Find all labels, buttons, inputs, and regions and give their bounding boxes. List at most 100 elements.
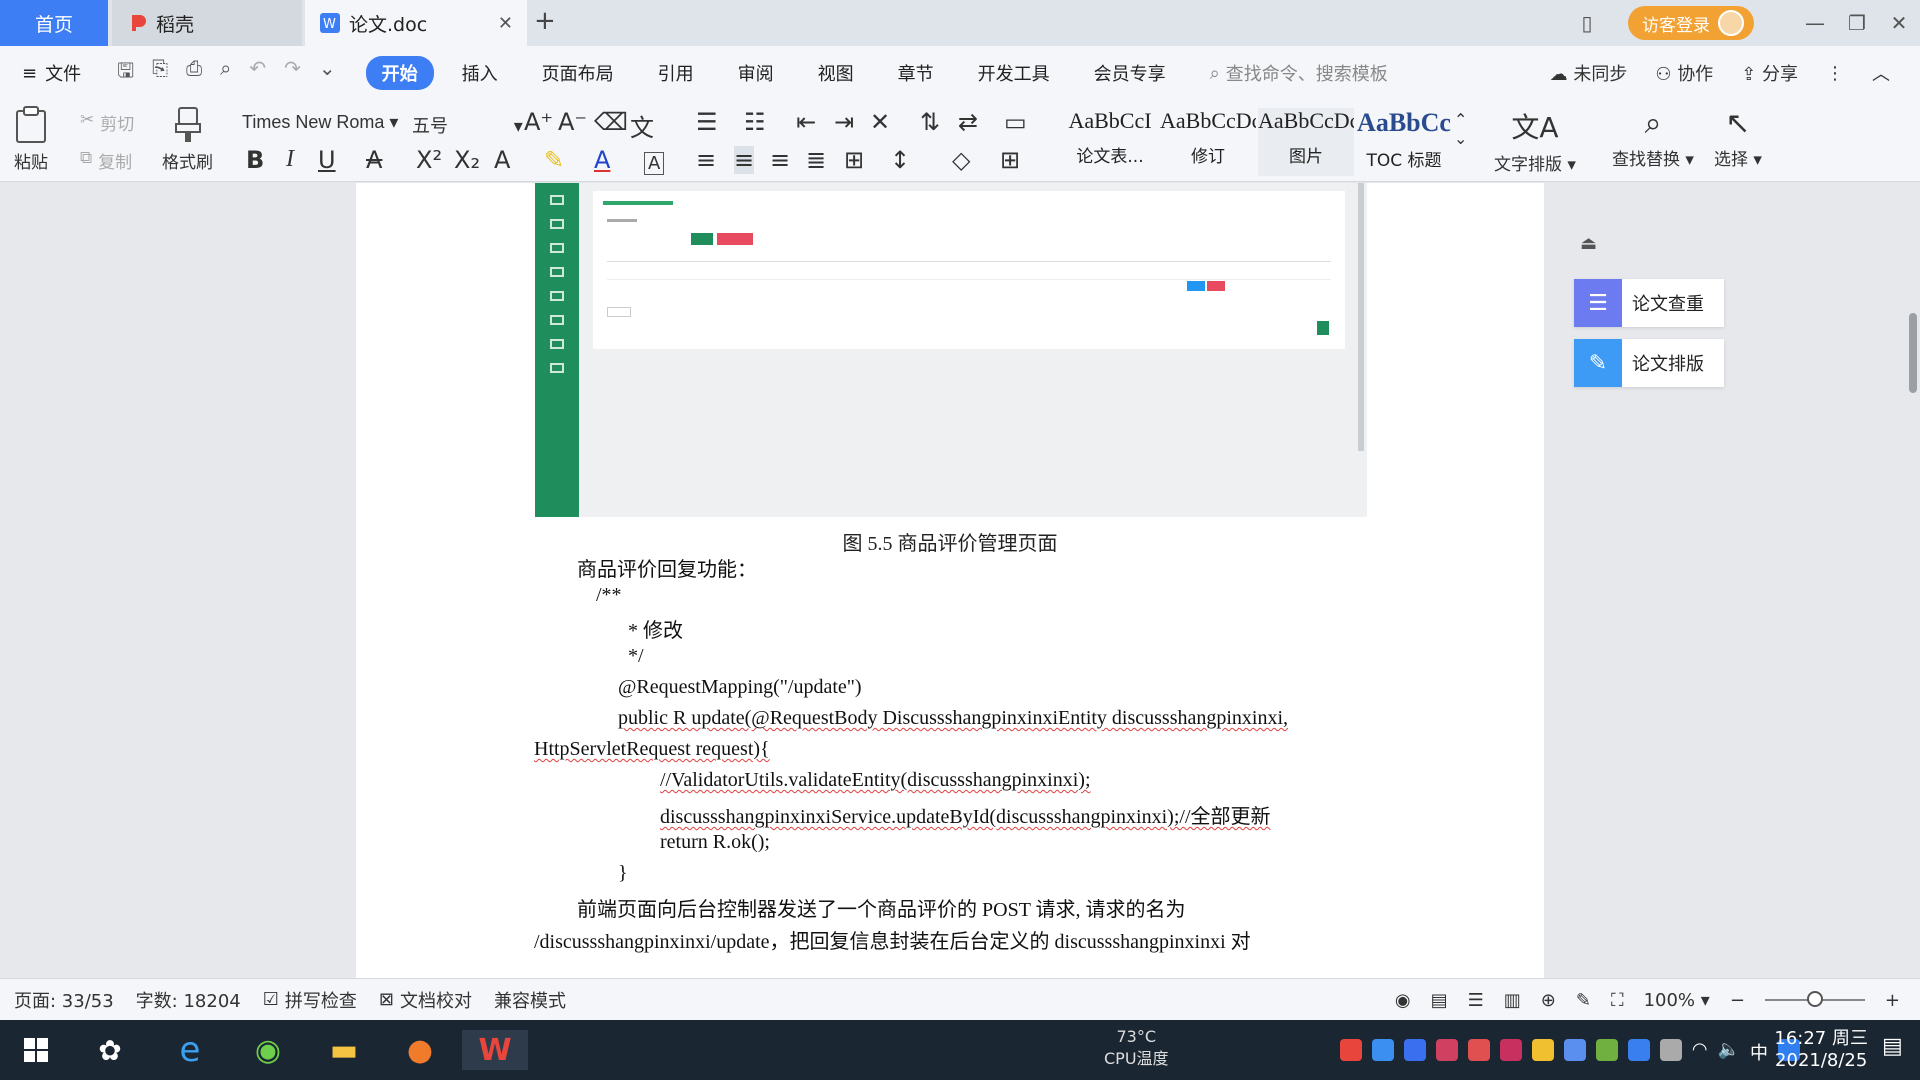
collapse-ribbon-icon[interactable]: ︿ (1872, 60, 1890, 86)
text-effect-icon[interactable]: A (494, 146, 510, 174)
app-icon[interactable]: ✿ (88, 1030, 132, 1070)
text-layout-button[interactable]: 文A 文字排版 ▾ (1494, 106, 1576, 175)
pinyin-icon[interactable]: 文 (630, 108, 654, 143)
superscript-icon[interactable]: X² (416, 146, 442, 174)
numbered-list-icon[interactable]: ☷ (744, 108, 766, 136)
font-size-select[interactable]: 五号 ▾ (412, 112, 523, 138)
minimize-button[interactable]: — (1794, 11, 1836, 35)
shading-icon[interactable]: ◇ (952, 146, 970, 174)
style-image[interactable]: AaBbCcDc 图片 (1258, 108, 1354, 176)
underline-icon[interactable]: U (318, 146, 336, 174)
ruler-icon[interactable]: ▭ (1004, 108, 1027, 136)
clear-format-icon[interactable]: ⌫ (594, 108, 628, 136)
layout-icon[interactable]: ▯ (1566, 11, 1608, 35)
visitor-login-button[interactable]: 访客登录 (1628, 6, 1754, 40)
tab-start[interactable]: 开始 (365, 56, 434, 90)
outline-view-icon[interactable]: ☰ (1468, 990, 1484, 1011)
page-indicator[interactable]: 页面: 33/53 (14, 987, 114, 1013)
tab-home[interactable]: 首页 (0, 0, 108, 46)
bullet-list-icon[interactable]: ☰ (696, 108, 718, 136)
battery-icon[interactable] (1659, 1039, 1682, 1061)
select-button[interactable]: ↖ 选择 ▾ (1714, 106, 1762, 170)
style-revision[interactable]: AaBbCcDc 修订 (1160, 108, 1256, 176)
line-spacing-icon[interactable]: ↕ (890, 146, 910, 174)
file-explorer-icon[interactable]: ▬ (322, 1030, 366, 1070)
justify-icon[interactable]: ≣ (806, 146, 826, 174)
shrink-font-icon[interactable]: A⁻ (558, 108, 587, 136)
thesis-check-button[interactable]: ☰ 论文查重 (1574, 279, 1724, 327)
chinese-layout-icon[interactable]: ✕ (870, 108, 890, 136)
command-search[interactable]: ⌕ 查找命令、搜索模板 (1210, 60, 1388, 86)
print-preview-icon[interactable]: ⌕ (220, 56, 231, 90)
copy-button[interactable]: ⧉ 复制 (80, 148, 132, 173)
tab-daoke[interactable]: 稻壳 (112, 0, 302, 46)
tab-page-layout[interactable]: 页面布局 (526, 56, 630, 90)
thesis-layout-button[interactable]: ✎ 论文排版 (1574, 339, 1724, 387)
tab-review[interactable]: 审阅 (722, 56, 790, 90)
tab-member[interactable]: 会员专享 (1078, 56, 1182, 90)
wps-taskbar-icon[interactable]: W (462, 1030, 528, 1070)
system-clock[interactable]: 16:27 周三 2021/8/25 (1774, 1028, 1868, 1072)
font-color-icon[interactable]: A (594, 146, 610, 174)
grow-font-icon[interactable]: A⁺ (524, 108, 553, 136)
italic-icon[interactable]: I (286, 146, 294, 173)
scroll-thumb[interactable] (1909, 313, 1917, 393)
tray-icon[interactable] (1371, 1039, 1394, 1061)
format-painter-button[interactable]: 格式刷 (162, 106, 213, 173)
sort-icon[interactable]: ⇅ (920, 108, 940, 136)
font-family-select[interactable]: Times New Roma ▾ (242, 112, 398, 133)
tab-insert[interactable]: 插入 (446, 56, 514, 90)
text-direction-icon[interactable]: ⇄ (958, 108, 978, 136)
char-border-icon[interactable]: A (644, 152, 665, 175)
style-thesis-table[interactable]: AaBbCcI 论文表... (1062, 108, 1158, 176)
print-icon[interactable]: ⎙ (186, 56, 202, 90)
windows-start-icon[interactable] (14, 1030, 58, 1070)
browser-360-icon[interactable]: ◉ (246, 1030, 290, 1070)
highlight-icon[interactable]: ✎ (544, 146, 564, 174)
proofread-button[interactable]: ⊠ 文档校对 (379, 987, 472, 1013)
borders-icon[interactable]: ⊞ (1000, 146, 1020, 174)
chevron-down-icon[interactable]: ⌄ (319, 56, 336, 90)
new-tab-button[interactable]: + (534, 6, 556, 36)
volume-icon[interactable]: 🔈 (1718, 1039, 1740, 1061)
align-left-icon[interactable]: ≡ (696, 146, 716, 174)
nvidia-icon[interactable] (1595, 1039, 1618, 1061)
document-page[interactable]: 图 5.5 商品评价管理页面 商品评价回复功能： /** * 修改 */ @Re… (356, 183, 1544, 978)
spell-check-button[interactable]: ☑ 拼写检查 (263, 987, 357, 1013)
word-count[interactable]: 字数: 18204 (136, 987, 241, 1013)
cut-button[interactable]: ✂ 剪切 (80, 110, 134, 135)
eye-protect-icon[interactable]: ◉ (1395, 990, 1411, 1011)
tab-document[interactable]: W 论文.doc ✕ (305, 0, 527, 46)
wifi-icon[interactable]: ◠ (1692, 1039, 1708, 1061)
align-center-icon[interactable]: ≡ (734, 146, 755, 174)
strikethrough-icon[interactable]: A (366, 146, 382, 174)
tab-chapter[interactable]: 章节 (882, 56, 950, 90)
tab-developer[interactable]: 开发工具 (962, 56, 1066, 90)
sync-button[interactable]: ☁ 未同步 (1550, 60, 1628, 86)
close-window-button[interactable]: ✕ (1878, 11, 1920, 35)
undo-icon[interactable]: ↶ (249, 56, 266, 90)
tray-icon[interactable] (1563, 1039, 1586, 1061)
zoom-out-icon[interactable]: − (1730, 990, 1745, 1011)
zoom-in-icon[interactable]: + (1885, 990, 1900, 1011)
fit-page-icon[interactable]: ⛶ (1611, 990, 1624, 1011)
tray-icon[interactable] (1499, 1039, 1522, 1061)
write-view-icon[interactable]: ✎ (1576, 990, 1591, 1011)
web-view-icon[interactable]: ⊕ (1541, 990, 1556, 1011)
more-icon[interactable]: ⋮ (1826, 63, 1844, 84)
paste-button[interactable]: 粘贴 (14, 106, 48, 173)
distribute-icon[interactable]: ⊞ (844, 146, 864, 174)
notification-icon[interactable]: ▤ (1882, 1034, 1912, 1064)
increase-indent-icon[interactable]: ⇥ (834, 108, 854, 136)
save-icon[interactable]: 🖫 (117, 56, 134, 90)
ime-indicator[interactable]: 中 (1750, 1039, 1768, 1064)
game-app-icon[interactable]: ● (398, 1030, 442, 1070)
bold-icon[interactable]: B (246, 146, 264, 174)
ie-browser-icon[interactable]: e (168, 1030, 212, 1070)
tray-icon[interactable] (1339, 1039, 1362, 1061)
tray-icon[interactable] (1467, 1039, 1490, 1061)
zoom-slider[interactable] (1764, 991, 1865, 1007)
restore-button[interactable]: ❐ (1836, 11, 1878, 35)
export-icon[interactable]: ⎘ (152, 56, 168, 90)
styles-scroll-icon[interactable]: ⌃ ⌄ (1454, 110, 1467, 148)
